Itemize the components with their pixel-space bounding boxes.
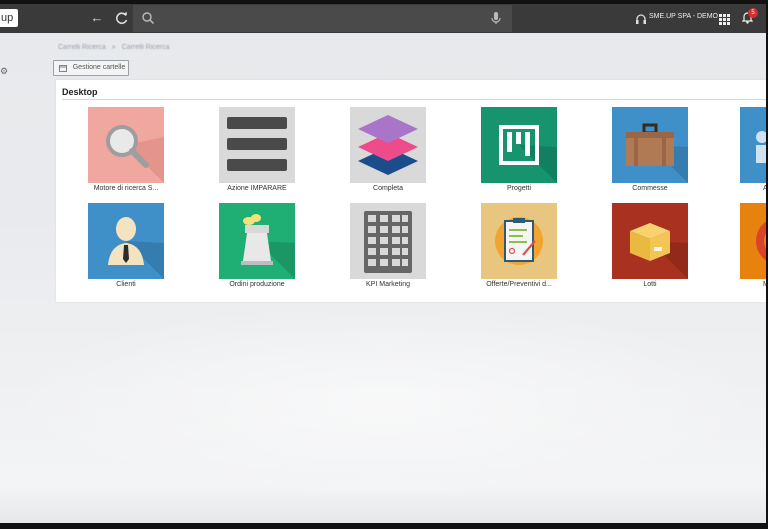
refresh-icon[interactable] [115,10,129,26]
target-icon [740,203,768,279]
back-icon[interactable]: ← [90,10,104,26]
tile-commesse[interactable]: Commesse [580,107,710,203]
tile-label: Offerte/Preventivi d... [486,281,552,288]
tile-partial-a[interactable]: A [708,107,768,203]
person-icon [88,203,164,279]
calculator-icon [350,203,426,279]
side-gear-icon[interactable]: ⚙ [0,67,8,76]
tile-label: Azione IMPARARE [227,185,287,192]
tile-label: KPI Marketing [366,281,410,288]
tile-lotti[interactable]: Lotti [580,203,710,299]
app-window: up ← SME.UP SPA - DEMO 5 ⚙ Carrelli Rice… [0,0,768,529]
tile-kpi-marketing[interactable]: KPI Marketing [318,203,448,299]
panel-divider [62,99,768,100]
screen-border-bottom [0,523,768,529]
kanban-icon [481,107,557,183]
folder-management-button[interactable]: Gestione cartelle [53,60,129,76]
tile-azione-imparare[interactable]: Azione IMPARARE [187,107,317,203]
headset-icon[interactable] [635,12,647,24]
tile-clienti[interactable]: Clienti [56,203,186,299]
box-icon [612,203,688,279]
tile-motore-di-ricerca[interactable]: Motore di ricerca S... [56,107,186,203]
tile-label: Completa [373,185,403,192]
app-logo[interactable]: up [0,9,18,27]
apps-grid-icon[interactable] [719,12,730,25]
tile-completa[interactable]: Completa [318,107,448,203]
tile-label: Progetti [506,185,532,192]
partial-icon [740,107,768,183]
search-bar [133,5,512,32]
breadcrumb-item[interactable]: Carrelli Ricerca [122,44,170,51]
desktop-panel: Desktop Motore di ricerca S... Azione IM… [56,80,768,302]
layers-icon [350,107,426,183]
user-company-label[interactable]: SME.UP SPA - DEMO [649,13,718,20]
tile-label: Motore di ricerca S... [93,185,159,192]
magnifier-icon [88,107,164,183]
factory-icon [219,203,295,279]
list-icon [219,107,295,183]
breadcrumb-separator: » [111,44,116,51]
tile-label: Clienti [116,281,136,288]
microphone-icon[interactable] [490,11,502,26]
tile-label: Commesse [632,185,668,192]
tile-progetti[interactable]: Progetti [449,107,579,203]
folder-management-label: Gestione cartelle [72,64,126,71]
tile-ordini-produzione[interactable]: Ordini produzione [187,203,317,299]
tile-offerte-preventivi[interactable]: Offerte/Preventivi d... [449,203,579,299]
clipboard-icon [481,203,557,279]
notification-count-badge[interactable]: 5 [748,8,758,18]
briefcase-icon [612,107,688,183]
breadcrumb-item[interactable]: Carrelli Ricerca [58,44,106,51]
search-icon[interactable] [141,11,155,25]
top-bar: up ← SME.UP SPA - DEMO 5 [0,4,768,33]
breadcrumb: Carrelli Ricerca » Carrelli Ricerca [58,44,174,51]
panel-title: Desktop [62,87,98,97]
search-input[interactable] [159,9,479,28]
tile-label: Lotti [643,281,657,288]
tile-label: Ordini produzione [229,281,285,288]
folder-icon [59,64,67,72]
tile-partial-m[interactable]: M [708,203,768,299]
